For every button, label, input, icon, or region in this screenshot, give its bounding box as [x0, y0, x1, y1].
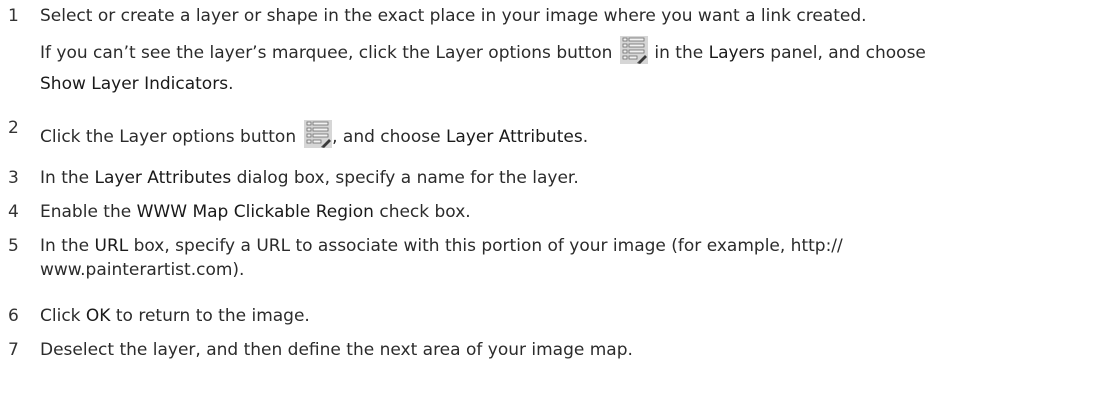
step-text-part: Click the Layer options button: [40, 127, 297, 147]
step-text-part: Click: [40, 306, 81, 326]
step-number: 6: [8, 306, 19, 326]
ui-term-layer-attributes: Layer Attributes: [445, 127, 583, 147]
step-text: In the Layer Attributes dialog box, spec…: [40, 168, 579, 188]
step-text: Enable the WWW Map Clickable Region chec…: [40, 202, 471, 222]
step-text: Deselect the layer, and then define the …: [40, 340, 633, 360]
step-number: 2: [8, 118, 19, 138]
note-text: in the: [654, 43, 704, 63]
punctuation: .: [228, 74, 234, 94]
step-number: 5: [8, 236, 19, 256]
step-text-part: , and choose: [332, 127, 441, 147]
layer-options-icon: [620, 36, 649, 64]
punctuation: .: [582, 127, 589, 147]
step-text: In the URL box, specify a URL to associa…: [40, 236, 843, 256]
step-text-part: check box.: [379, 202, 471, 222]
step-6: 6 Click OK to return to the image.: [8, 306, 1113, 332]
ui-term-www-map-clickable-region: WWW Map Clickable Region: [136, 202, 374, 222]
step-text-part: In the: [40, 168, 90, 188]
step-5: 5 In the URL box, specify a URL to assoc…: [8, 236, 1113, 286]
step-3: 3 In the Layer Attributes dialog box, sp…: [8, 168, 1113, 194]
note-text: panel, and choose: [770, 43, 926, 63]
note-text: If you can’t see the layer’s marquee, cl…: [40, 43, 613, 63]
step-number: 1: [8, 6, 19, 26]
step-text-part: box, specify a URL to associate with thi…: [133, 236, 843, 256]
step-1: 1 Select or create a layer or shape in t…: [8, 0, 1113, 110]
step-text: Select or create a layer or shape in the…: [40, 6, 867, 26]
step-text: Click OK to return to the image.: [40, 306, 310, 326]
ui-term-show-layer-indicators: Show Layer Indicators: [40, 74, 229, 94]
step-number: 4: [8, 202, 19, 222]
layer-options-icon: [304, 120, 333, 148]
step-text-part: to return to the image.: [115, 306, 310, 326]
step-number: 7: [8, 340, 19, 360]
ui-term-ok: OK: [85, 306, 111, 326]
step-text-part: In the: [40, 236, 90, 256]
step-text: Click the Layer options button , and choo…: [40, 120, 589, 148]
ui-term-layer-attributes: Layer Attributes: [94, 168, 232, 188]
step-4: 4 Enable the WWW Map Clickable Region ch…: [8, 202, 1113, 228]
ui-term-layers: Layers: [708, 43, 765, 63]
step-2: 2 Click the Layer options button , and ch…: [8, 118, 1113, 152]
ui-term-url: URL: [94, 236, 129, 256]
step-text-part: Enable the: [40, 202, 132, 222]
step-text-continued: www.painterartist.com).: [40, 260, 245, 280]
step-number: 3: [8, 168, 19, 188]
step-text-part: dialog box, specify a name for the layer…: [236, 168, 579, 188]
step-note: If you can’t see the layer’s marquee, cl…: [40, 36, 926, 66]
step-note-continued: Show Layer Indicators.: [40, 74, 233, 94]
step-7: 7 Deselect the layer, and then define th…: [8, 340, 1113, 366]
